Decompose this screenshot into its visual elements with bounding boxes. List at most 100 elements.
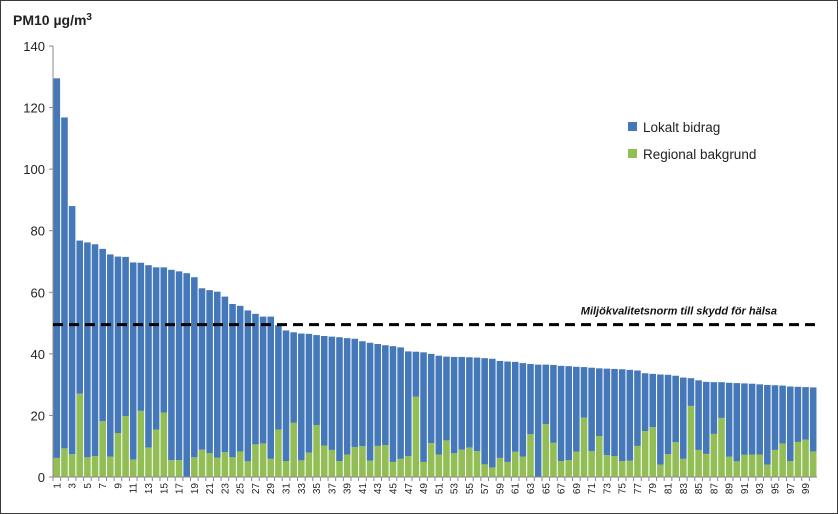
bar-regional-72	[595, 436, 603, 477]
bar-regional-46	[397, 458, 404, 477]
bar-regional-76	[626, 460, 634, 477]
bar-lokalt-71	[588, 367, 595, 452]
bar-lokalt-64	[534, 364, 542, 477]
x-tick-label: 49	[419, 483, 430, 495]
bar-regional-93	[756, 454, 763, 477]
x-tick-label: 19	[190, 483, 201, 495]
x-tick-label: 83	[679, 483, 690, 495]
bar-regional-94	[764, 464, 771, 477]
bar-lokalt-100	[809, 387, 817, 452]
bar-regional-29	[267, 458, 275, 477]
bar-regional-85	[695, 449, 702, 477]
bar-regional-4	[76, 393, 84, 477]
bar-regional-56	[473, 451, 481, 477]
bar-lokalt-45	[389, 346, 397, 462]
bar-regional-77	[634, 445, 641, 477]
bar-regional-48	[412, 396, 420, 477]
bar-regional-82	[672, 442, 679, 477]
bar-regional-86	[702, 453, 710, 477]
bar-lokalt-36	[320, 336, 328, 446]
y-axis-ticks: 0 20 40 60 80 100 120 140	[23, 39, 53, 485]
bar-regional-37	[328, 449, 336, 477]
x-tick-label: 27	[251, 483, 262, 495]
bar-regional-88	[718, 417, 725, 477]
bar-lokalt-41	[359, 341, 366, 447]
bar-regional-59	[496, 457, 504, 477]
bar-lokalt-90	[733, 383, 741, 462]
x-tick-label: 57	[480, 483, 491, 495]
bar-lokalt-85	[695, 380, 702, 450]
bar-lokalt-44	[382, 345, 389, 445]
bar-regional-47	[404, 456, 412, 477]
bar-regional-21	[206, 452, 213, 477]
bar-regional-11	[129, 459, 137, 477]
x-tick-label: 93	[755, 483, 766, 495]
bar-regional-12	[137, 410, 145, 477]
bar-lokalt-65	[542, 364, 550, 425]
bar-regional-75	[618, 460, 626, 477]
bar-lokalt-40	[351, 338, 359, 448]
bar-regional-79	[649, 427, 657, 477]
bar-lokalt-11	[129, 262, 137, 460]
bar-lokalt-4	[76, 240, 84, 394]
bar-lokalt-25	[236, 305, 244, 452]
bar-lokalt-12	[137, 262, 145, 411]
bar-regional-45	[389, 461, 397, 477]
x-tick-label: 95	[770, 483, 781, 495]
x-tick-label: 63	[526, 483, 537, 495]
bar-regional-97	[786, 460, 794, 477]
legend: Lokalt bidrag Regional bakgrund	[628, 120, 756, 162]
bar-lokalt-54	[458, 356, 466, 450]
x-tick-label: 81	[664, 483, 675, 495]
bar-lokalt-89	[725, 382, 733, 457]
bar-regional-7	[99, 421, 106, 477]
bar-lokalt-98	[794, 386, 802, 442]
bar-regional-40	[351, 447, 359, 477]
bar-lokalt-37	[328, 336, 336, 450]
bar-regional-61	[511, 451, 519, 477]
x-tick-label: 71	[587, 483, 598, 495]
x-tick-label: 73	[602, 483, 613, 495]
bar-regional-39	[343, 454, 351, 477]
x-tick-label: 87	[709, 483, 720, 495]
bar-lokalt-69	[573, 366, 580, 452]
x-tick-label: 51	[434, 483, 445, 495]
bar-lokalt-33	[298, 333, 305, 461]
bar-lokalt-17	[175, 271, 183, 461]
x-tick-label: 53	[450, 483, 461, 495]
bar-lokalt-94	[764, 384, 771, 465]
bar-regional-90	[733, 461, 741, 477]
x-tick-label: 37	[327, 483, 338, 495]
bar-lokalt-22	[213, 291, 221, 458]
bar-lokalt-76	[626, 369, 634, 461]
x-tick-label: 91	[740, 483, 751, 495]
bar-lokalt-99	[802, 387, 809, 440]
bar-regional-41	[359, 446, 366, 477]
bar-regional-51	[435, 454, 443, 477]
bar-lokalt-7	[99, 248, 106, 422]
bar-lokalt-10	[122, 256, 129, 417]
y-tick-label: 0	[38, 470, 45, 485]
y-tick-label: 40	[31, 347, 45, 362]
bar-lokalt-78	[641, 373, 649, 432]
bar-regional-66	[550, 442, 557, 477]
bar-regional-13	[145, 447, 152, 477]
bar-lokalt-60	[504, 361, 511, 462]
bar-regional-54	[458, 449, 466, 477]
bar-lokalt-39	[343, 338, 351, 455]
x-tick-label: 41	[358, 483, 369, 495]
bar-lokalt-91	[741, 383, 748, 455]
bar-regional-23	[221, 452, 229, 477]
bar-lokalt-13	[145, 265, 152, 448]
bar-lokalt-62	[519, 363, 527, 457]
bar-lokalt-79	[649, 373, 657, 428]
bar-lokalt-53	[450, 356, 458, 454]
bar-lokalt-42	[366, 342, 374, 461]
bar-regional-58	[489, 467, 496, 477]
bar-regional-43	[374, 445, 381, 477]
x-tick-label: 31	[282, 483, 293, 495]
bar-regional-5	[84, 457, 91, 477]
bar-regional-80	[657, 464, 664, 477]
bar-lokalt-58	[489, 358, 496, 468]
bar-lokalt-1	[53, 78, 61, 458]
